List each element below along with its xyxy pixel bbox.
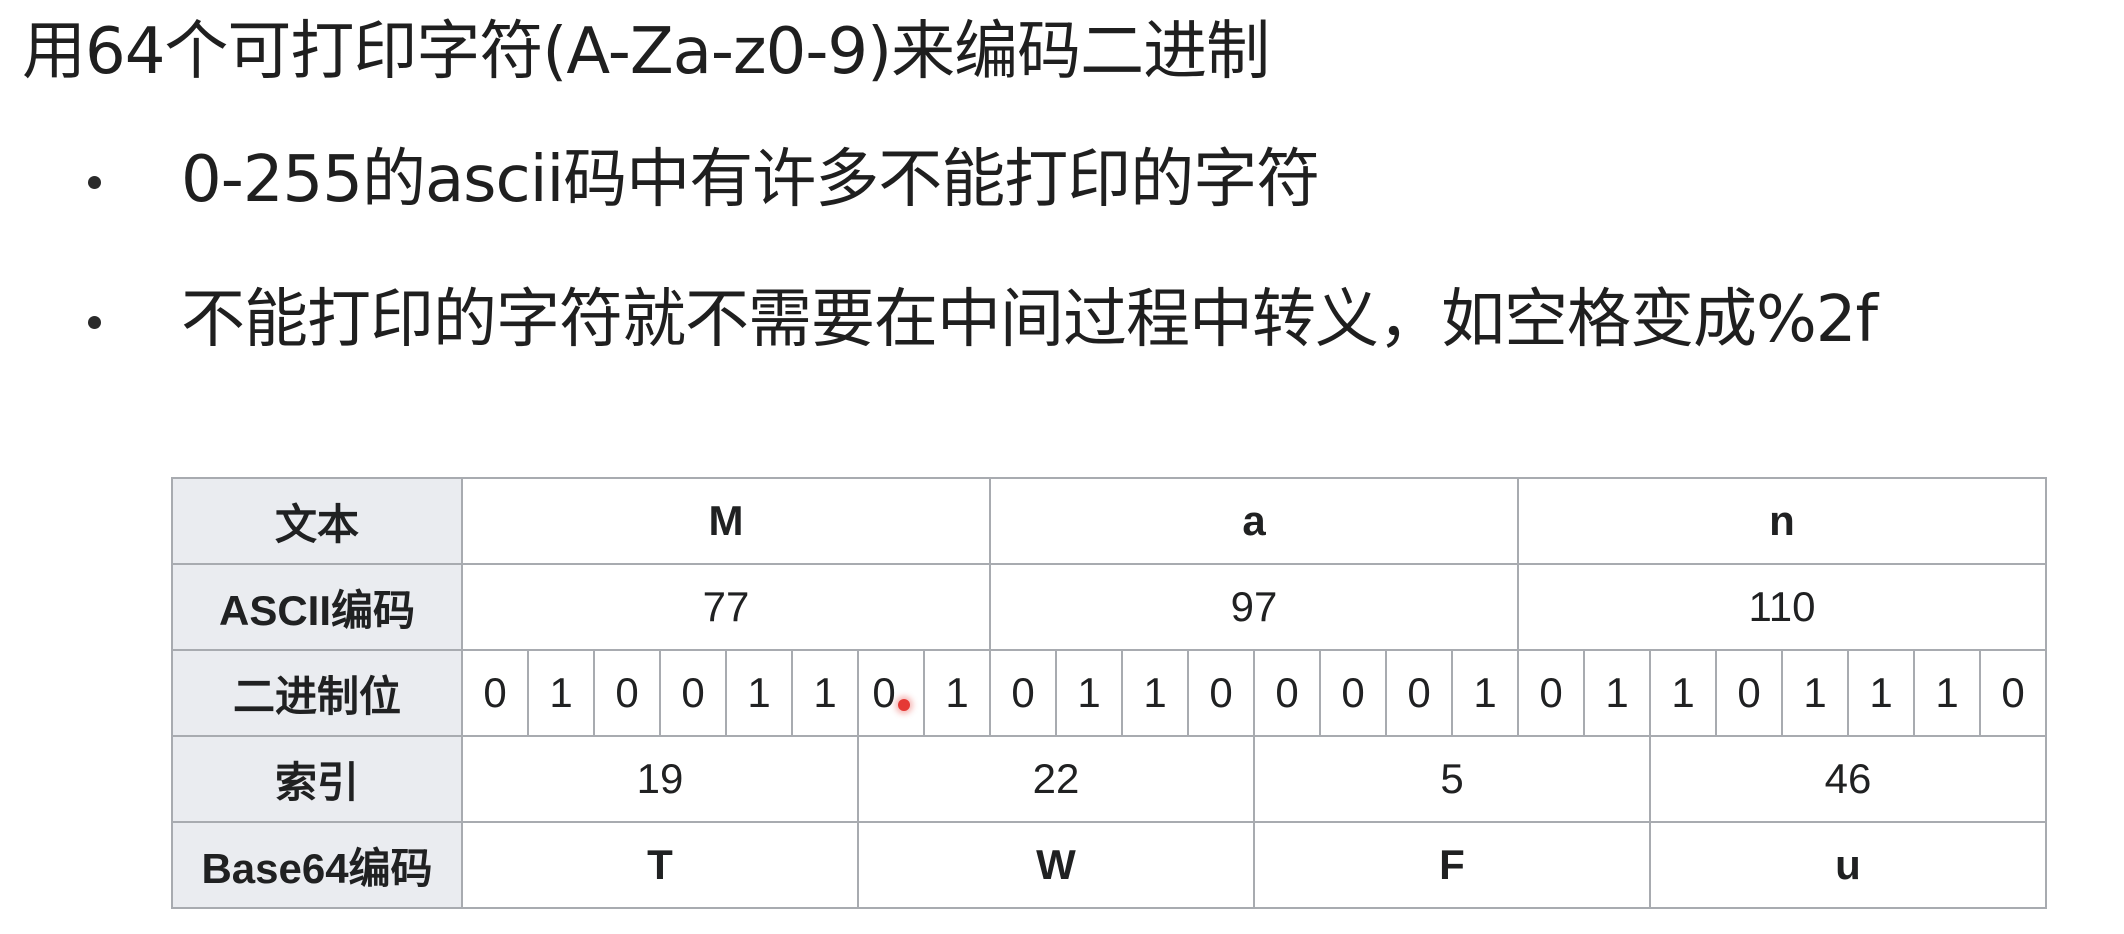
bit-cell: 0 <box>1253 649 1321 737</box>
text-cell: a <box>989 477 1519 565</box>
bullet-dot-icon <box>88 176 101 189</box>
bit-cell: 0 <box>1517 649 1585 737</box>
base64-cell: F <box>1253 821 1651 909</box>
text-cell: n <box>1517 477 2047 565</box>
bullet-dot-icon <box>88 316 101 329</box>
row-ascii: ASCII编码 77 97 110 <box>171 563 2047 651</box>
bit-cell: 0 <box>1385 649 1453 737</box>
ascii-cell: 77 <box>461 563 991 651</box>
bit-cell: 0 <box>1979 649 2047 737</box>
bit-cell: 1 <box>527 649 595 737</box>
bullet-text: 0-255的ascii码中有许多不能打印的字符 <box>181 143 1320 217</box>
bit-cell: 1 <box>1055 649 1123 737</box>
bit-cell: 0 <box>1715 649 1783 737</box>
bit-cell: 0 <box>989 649 1057 737</box>
ascii-cell: 97 <box>989 563 1519 651</box>
row-header-ascii: ASCII编码 <box>171 563 463 651</box>
bit-cell: 1 <box>923 649 991 737</box>
bullet-text: 不能打印的字符就不需要在中间过程中转义，如空格变成%2f <box>181 283 1878 357</box>
row-bits: 二进制位 0 1 0 0 1 1 0 1 0 1 1 0 0 0 0 1 0 1… <box>171 649 2047 737</box>
row-index: 索引 19 22 5 46 <box>171 735 2047 823</box>
bit-cell: 1 <box>1583 649 1651 737</box>
bit-cell: 1 <box>1781 649 1849 737</box>
bit-cell: 1 <box>791 649 859 737</box>
bit-cell: 1 <box>1451 649 1519 737</box>
index-cell: 22 <box>857 735 1255 823</box>
base64-encoding-table: 文本 M a n ASCII编码 77 97 110 二进制位 0 1 0 0 … <box>171 477 2047 909</box>
bit-value: 0 <box>872 669 896 716</box>
bit-cell: 0 <box>857 649 925 737</box>
row-base64: Base64编码 T W F u <box>171 821 2047 909</box>
bit-cell: 0 <box>593 649 661 737</box>
index-cell: 5 <box>1253 735 1651 823</box>
ascii-cell: 110 <box>1517 563 2047 651</box>
bit-cell: 0 <box>659 649 727 737</box>
page-title: 用64个可打印字符(A-Za-z0-9)来编码二进制 <box>22 15 1270 89</box>
index-cell: 19 <box>461 735 859 823</box>
bit-cell: 1 <box>1847 649 1915 737</box>
pointer-dot-icon <box>897 699 910 711</box>
bit-cell: 1 <box>1121 649 1189 737</box>
row-text: 文本 M a n <box>171 477 2047 565</box>
row-header-text: 文本 <box>171 477 463 565</box>
bit-cell: 1 <box>725 649 793 737</box>
index-cell: 46 <box>1649 735 2047 823</box>
row-header-base64: Base64编码 <box>171 821 463 909</box>
bit-cell: 1 <box>1649 649 1717 737</box>
bit-cell: 0 <box>461 649 529 737</box>
bit-cell: 0 <box>1187 649 1255 737</box>
text-cell: M <box>461 477 991 565</box>
base64-cell: u <box>1649 821 2047 909</box>
base64-cell: T <box>461 821 859 909</box>
bit-cell: 1 <box>1913 649 1981 737</box>
base64-cell: W <box>857 821 1255 909</box>
row-header-index: 索引 <box>171 735 463 823</box>
bit-cell: 0 <box>1319 649 1387 737</box>
row-header-bits: 二进制位 <box>171 649 463 737</box>
